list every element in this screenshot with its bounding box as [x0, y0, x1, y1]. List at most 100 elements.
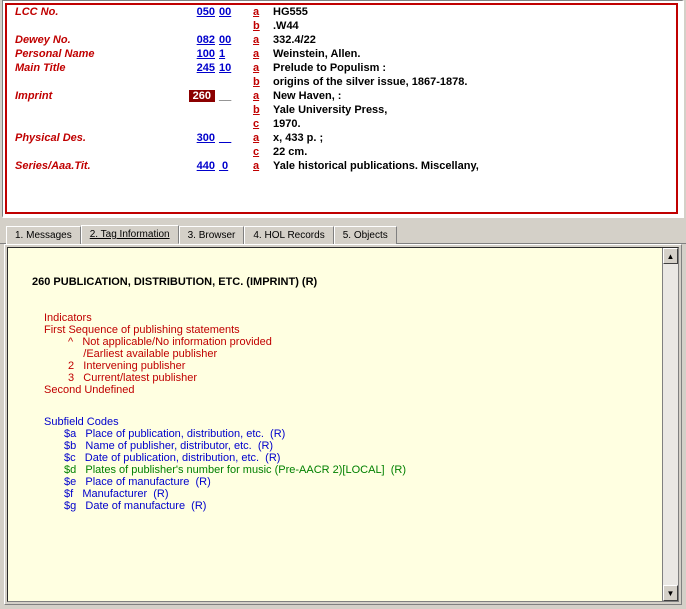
- subfield-definition: $g Date of manufacture (R): [64, 500, 646, 512]
- subfield-code[interactable]: b: [253, 75, 273, 89]
- subfield-code[interactable]: c: [253, 145, 273, 159]
- subfield-code[interactable]: a: [253, 89, 273, 103]
- record-row[interactable]: borigins of the silver issue, 1867-1878.: [15, 75, 668, 89]
- marc-tag[interactable]: 100: [175, 47, 219, 61]
- field-label: Main Title: [15, 61, 175, 75]
- record-row[interactable]: Main Title24510aPrelude to Populism :: [15, 61, 668, 75]
- second-indicator-title: Second Undefined: [44, 384, 646, 396]
- marc-tag[interactable]: [175, 145, 219, 159]
- subfield-value[interactable]: .W44: [273, 19, 668, 33]
- marc-indicators[interactable]: 00: [219, 5, 253, 19]
- marc-indicators[interactable]: 00: [219, 33, 253, 47]
- subfield-definition: $a Place of publication, distribution, e…: [64, 428, 646, 440]
- marc-indicators[interactable]: 10: [219, 61, 253, 75]
- marc-tag[interactable]: 260: [175, 89, 219, 103]
- marc-tag[interactable]: [175, 103, 219, 117]
- tab[interactable]: 5. Objects: [334, 226, 397, 244]
- record-row[interactable]: Dewey No.08200a332.4/22: [15, 33, 668, 47]
- subfield-code[interactable]: a: [253, 131, 273, 145]
- tag-heading: 260 PUBLICATION, DISTRIBUTION, ETC. (IMP…: [32, 276, 646, 288]
- field-label: Physical Des.: [15, 131, 175, 145]
- indicator-option: 2 Intervening publisher: [68, 360, 646, 372]
- scroll-up-button[interactable]: ▲: [663, 248, 678, 264]
- record-row[interactable]: Imprint260__aNew Haven, :: [15, 89, 668, 103]
- scroll-down-button[interactable]: ▼: [663, 585, 678, 601]
- scroll-track[interactable]: [663, 264, 678, 585]
- field-label: Series/Aaa.Tit.: [15, 159, 175, 173]
- subfield-code[interactable]: a: [253, 33, 273, 47]
- subfield-code[interactable]: b: [253, 103, 273, 117]
- marc-tag[interactable]: 440: [175, 159, 219, 173]
- record-row[interactable]: b.W44: [15, 19, 668, 33]
- tab[interactable]: 2. Tag Information: [81, 225, 179, 244]
- subfield-code[interactable]: a: [253, 5, 273, 19]
- field-label: Imprint: [15, 89, 175, 103]
- marc-indicators[interactable]: [219, 19, 253, 33]
- tab[interactable]: 4. HOL Records: [244, 226, 333, 244]
- subfield-value[interactable]: x, 433 p. ;: [273, 131, 668, 145]
- field-label: Dewey No.: [15, 33, 175, 47]
- subfield-value[interactable]: Yale historical publications. Miscellany…: [273, 159, 668, 173]
- record-row[interactable]: c22 cm.: [15, 145, 668, 159]
- subfield-codes-title: Subfield Codes: [44, 416, 646, 428]
- subfield-code[interactable]: a: [253, 159, 273, 173]
- marc-indicators[interactable]: [219, 75, 253, 89]
- marc-tag[interactable]: 300: [175, 131, 219, 145]
- marc-tag[interactable]: 245: [175, 61, 219, 75]
- marc-record-area[interactable]: LCC No.05000aHG555b.W44Dewey No.08200a33…: [5, 3, 678, 214]
- marc-indicators[interactable]: 1: [219, 47, 253, 61]
- subfield-definition: $b Name of publisher, distributor, etc. …: [64, 440, 646, 452]
- marc-tag[interactable]: [175, 19, 219, 33]
- record-row[interactable]: c1970.: [15, 117, 668, 131]
- field-label: [15, 19, 175, 33]
- tab-strip: 1. Messages2. Tag Information3. Browser4…: [0, 220, 686, 244]
- subfield-value[interactable]: HG555: [273, 5, 668, 19]
- indicator-option: ^ Not applicable/No information provided: [68, 336, 646, 348]
- subfield-definition: $c Date of publication, distribution, et…: [64, 452, 646, 464]
- record-row[interactable]: bYale University Press,: [15, 103, 668, 117]
- subfield-definition: $e Place of manufacture (R): [64, 476, 646, 488]
- field-label: LCC No.: [15, 5, 175, 19]
- marc-indicators[interactable]: __: [219, 131, 253, 145]
- subfield-value[interactable]: Yale University Press,: [273, 103, 668, 117]
- tag-info-content: 260 PUBLICATION, DISTRIBUTION, ETC. (IMP…: [8, 248, 662, 601]
- subfield-definition: $f Manufacturer (R): [64, 488, 646, 500]
- subfield-value[interactable]: 1970.: [273, 117, 668, 131]
- subfield-code[interactable]: a: [253, 47, 273, 61]
- marc-indicators[interactable]: __: [219, 89, 253, 103]
- indicator-option: /Earliest available publisher: [68, 348, 646, 360]
- record-panel: LCC No.05000aHG555b.W44Dewey No.08200a33…: [0, 0, 686, 220]
- subfield-value[interactable]: 332.4/22: [273, 33, 668, 47]
- subfield-code[interactable]: b: [253, 19, 273, 33]
- tab[interactable]: 3. Browser: [179, 226, 245, 244]
- first-indicator-title: First Sequence of publishing statements: [44, 324, 646, 336]
- subfield-value[interactable]: New Haven, :: [273, 89, 668, 103]
- field-label: [15, 145, 175, 159]
- field-label: [15, 75, 175, 89]
- subfield-value[interactable]: 22 cm.: [273, 145, 668, 159]
- subfield-code[interactable]: a: [253, 61, 273, 75]
- marc-tag[interactable]: 050: [175, 5, 219, 19]
- marc-indicators[interactable]: [219, 117, 253, 131]
- marc-tag[interactable]: [175, 117, 219, 131]
- record-row[interactable]: Physical Des.300__ax, 433 p. ;: [15, 131, 668, 145]
- subfield-value[interactable]: origins of the silver issue, 1867-1878.: [273, 75, 668, 89]
- marc-tag[interactable]: 082: [175, 33, 219, 47]
- indicators-title: Indicators: [44, 312, 646, 324]
- record-row[interactable]: LCC No.05000aHG555: [15, 5, 668, 19]
- record-row[interactable]: Series/Aaa.Tit.440 0aYale historical pub…: [15, 159, 668, 173]
- tab[interactable]: 1. Messages: [6, 226, 81, 244]
- indicator-option: 3 Current/latest publisher: [68, 372, 646, 384]
- subfield-definition: $d Plates of publisher's number for musi…: [64, 464, 646, 476]
- subfield-value[interactable]: Weinstein, Allen.: [273, 47, 668, 61]
- record-row[interactable]: Personal Name1001aWeinstein, Allen.: [15, 47, 668, 61]
- field-label: [15, 117, 175, 131]
- marc-indicators[interactable]: [219, 145, 253, 159]
- marc-tag[interactable]: [175, 75, 219, 89]
- subfield-code[interactable]: c: [253, 117, 273, 131]
- field-label: Personal Name: [15, 47, 175, 61]
- marc-indicators[interactable]: [219, 103, 253, 117]
- subfield-value[interactable]: Prelude to Populism :: [273, 61, 668, 75]
- marc-indicators[interactable]: 0: [219, 159, 253, 173]
- vertical-scrollbar[interactable]: ▲ ▼: [662, 248, 678, 601]
